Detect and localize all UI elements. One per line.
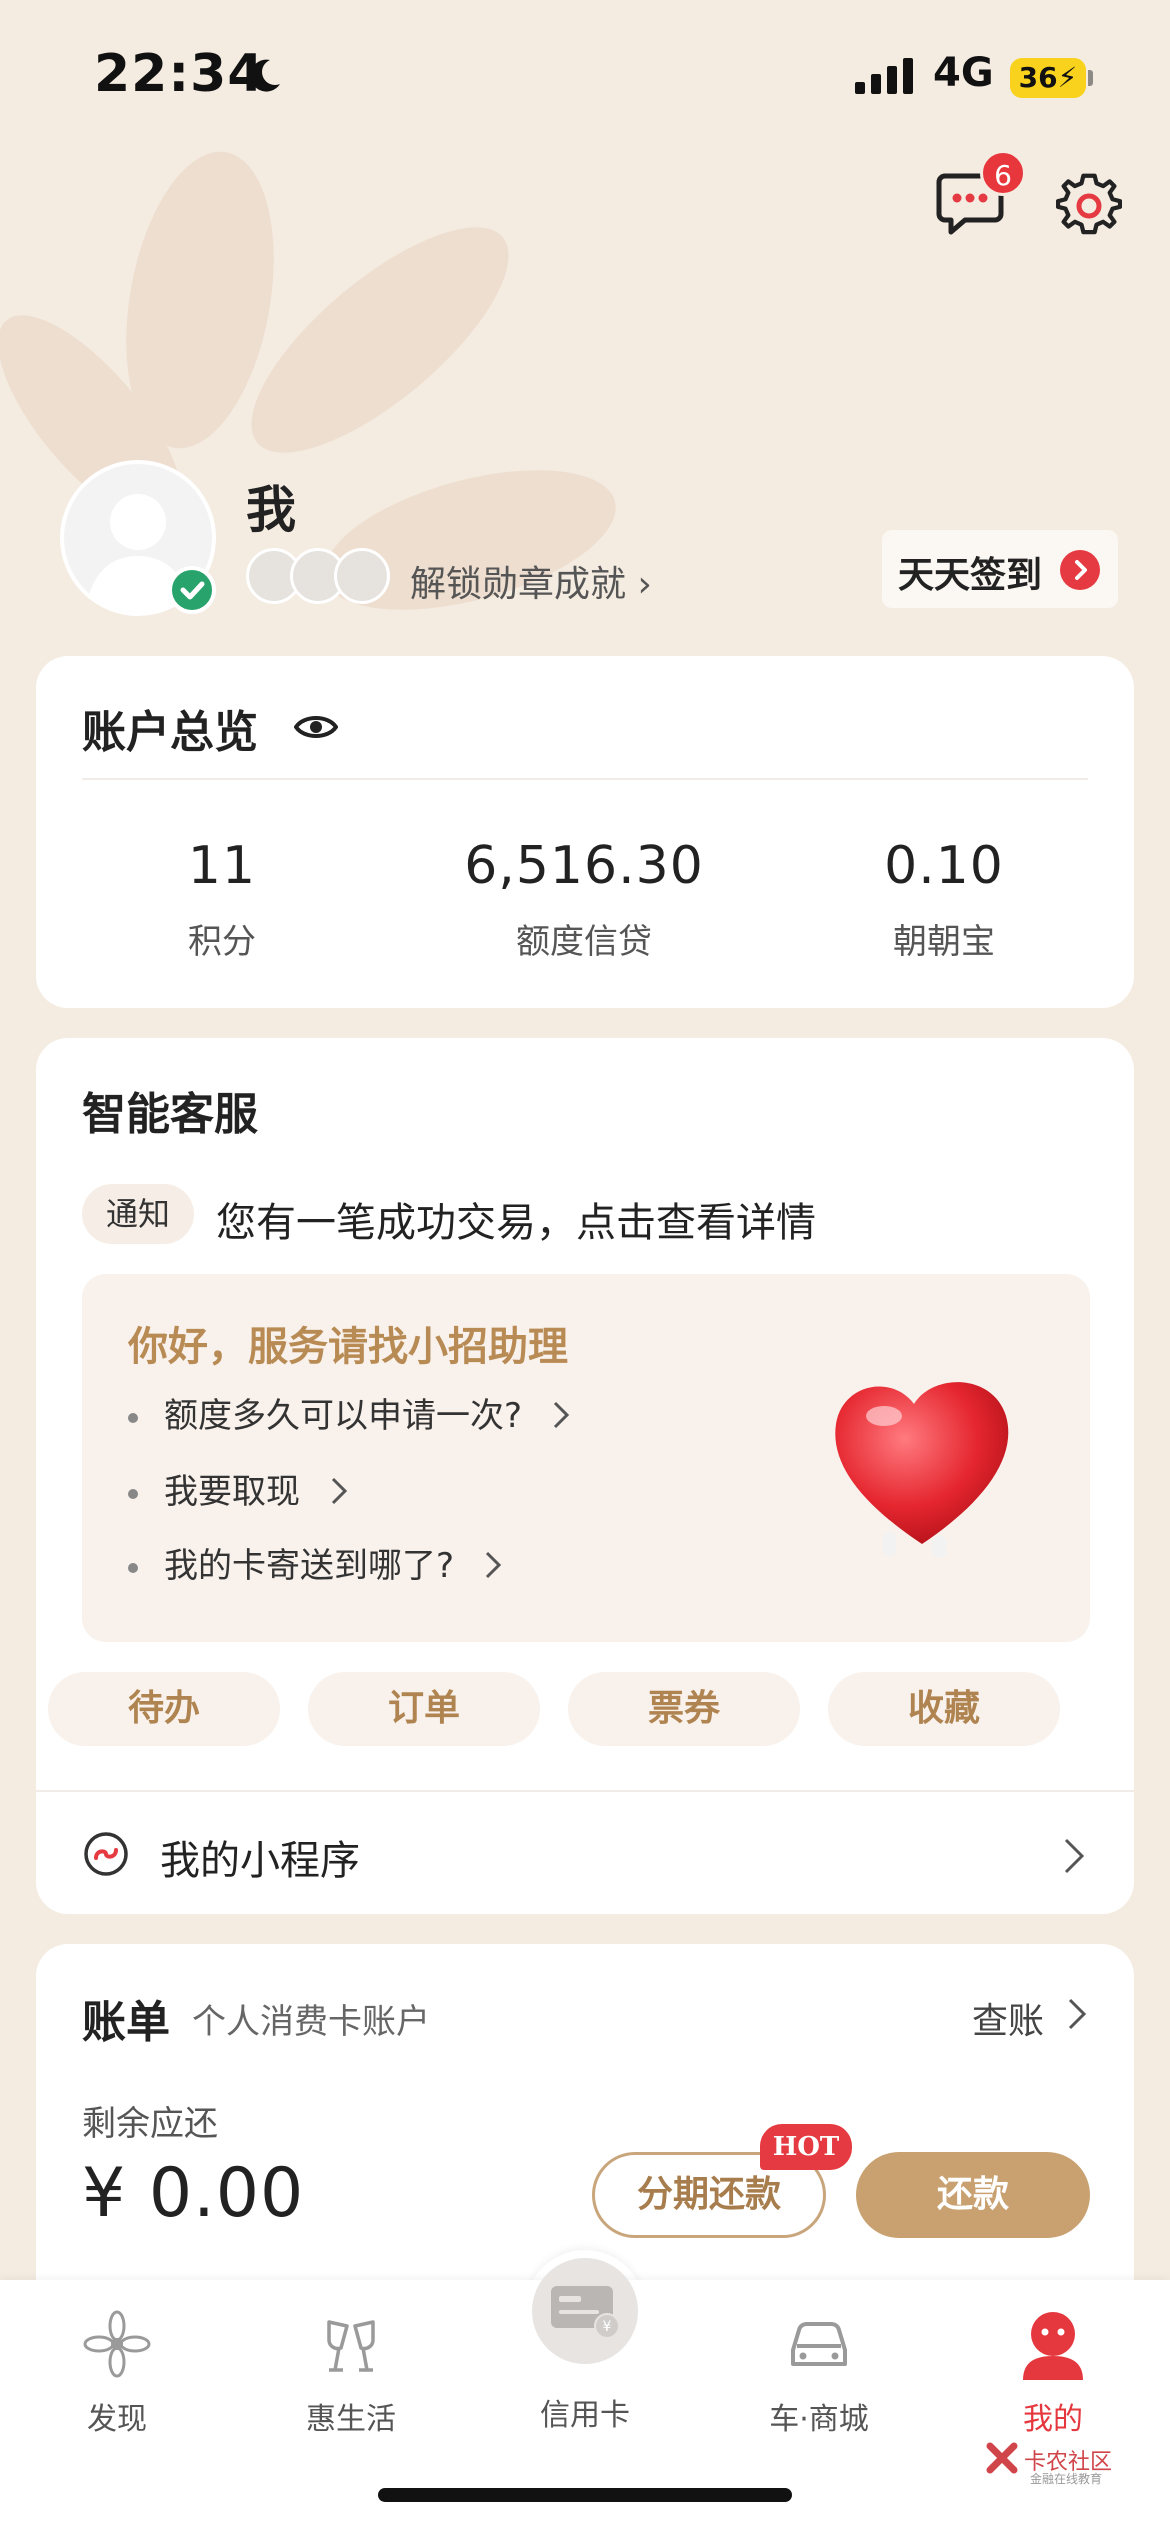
mini-program-icon	[84, 1832, 128, 1876]
check-bill-link[interactable]: 查账	[972, 1992, 1044, 2044]
battery-indicator: 36⚡	[1010, 58, 1086, 98]
user-face-icon	[1023, 2312, 1083, 2380]
stat-zhaozhaobao[interactable]: 0.10 朝朝宝	[794, 836, 1094, 963]
signal-icon	[855, 58, 913, 94]
verified-check-icon	[168, 566, 216, 614]
svg-text:¥: ¥	[603, 2319, 612, 2335]
flower-icon	[83, 2310, 151, 2378]
overview-title: 账户总览	[82, 707, 258, 758]
credit-card-tab-button[interactable]: ¥	[532, 2258, 638, 2364]
stat-value: 0.10	[884, 836, 1004, 896]
pill-tickets[interactable]: 票券	[568, 1672, 800, 1746]
chevron-right-icon	[485, 1551, 501, 1579]
chevron-right-icon[interactable]	[1066, 1996, 1088, 2032]
hot-badge: HOT	[760, 2124, 852, 2170]
username: 我	[246, 480, 296, 539]
stat-value: 6,516.30	[464, 836, 704, 896]
status-time: 22:34	[94, 44, 265, 104]
assistant-title: 你好，服务请找小招助理	[128, 1323, 568, 1370]
assistant-panel: 你好，服务请找小招助理 额度多久可以申请一次? 我要取现 我的卡寄送到哪了?	[82, 1274, 1090, 1642]
repay-button[interactable]: 还款	[856, 2152, 1090, 2238]
gear-icon[interactable]	[1056, 172, 1122, 238]
divider	[36, 1790, 1134, 1792]
faq-item[interactable]: 我的卡寄送到哪了?	[128, 1538, 501, 1587]
network-type: 4G	[933, 50, 994, 96]
achievement-link[interactable]: 解锁勋章成就 ›	[410, 555, 652, 607]
tab-car-mall[interactable]: 车·商城	[702, 2308, 936, 2438]
chevron-right-icon	[331, 1477, 347, 1505]
stat-label: 积分	[188, 922, 256, 962]
battery-nub	[1088, 70, 1093, 86]
medal-icon	[334, 548, 390, 604]
checkin-label: 天天签到	[898, 555, 1043, 596]
tab-discover[interactable]: 发现	[0, 2308, 234, 2438]
chevron-right-icon	[1060, 550, 1100, 590]
stat-points[interactable]: 11 积分	[72, 836, 372, 963]
heart-mascot-icon[interactable]	[822, 1354, 1022, 1564]
account-overview-card: 账户总览 11 积分 6,516.30 额度信贷 0.10 朝朝宝	[36, 656, 1134, 1008]
credit-card-icon: ¥	[551, 2286, 620, 2339]
tab-label: 车·商城	[769, 2402, 869, 2437]
moon-icon	[250, 59, 280, 92]
tab-label: 信用卡	[540, 2398, 630, 2433]
bill-title: 账单	[82, 1997, 170, 2048]
bill-subtitle: 个人消费卡账户	[192, 2002, 430, 2042]
medal-badges[interactable]	[246, 548, 396, 608]
pill-todo[interactable]: 待办	[48, 1672, 280, 1746]
faq-item[interactable]: 额度多久可以申请一次?	[128, 1388, 569, 1437]
home-indicator[interactable]	[378, 2488, 792, 2502]
chevron-right-icon[interactable]	[1062, 1836, 1086, 1876]
car-icon	[791, 2322, 847, 2366]
notice-tag: 通知	[82, 1184, 195, 1244]
watermark-subtext: 金融在线教育	[1030, 2472, 1103, 2486]
message-badge: 6	[980, 150, 1026, 196]
pill-orders[interactable]: 订单	[308, 1672, 540, 1746]
eye-icon[interactable]	[294, 712, 338, 742]
tab-label: 发现	[87, 2402, 147, 2437]
stat-label: 额度信贷	[516, 922, 652, 962]
battery-level: 36	[1018, 61, 1058, 94]
due-label: 剩余应还	[82, 2104, 218, 2144]
due-amount: ¥ 0.00	[82, 2154, 305, 2233]
service-title: 智能客服	[82, 1089, 258, 1140]
tab-mine[interactable]: 我的	[936, 2308, 1170, 2438]
cheers-glasses-icon	[327, 2320, 375, 2372]
stat-credit[interactable]: 6,516.30 额度信贷	[434, 836, 734, 963]
notice-text[interactable]: 您有一笔成功交易，点击查看详情	[216, 1190, 816, 1248]
stat-value: 11	[187, 836, 257, 896]
tab-label: 我的	[1023, 2402, 1083, 2437]
checkin-button[interactable]: 天天签到	[882, 530, 1118, 608]
chevron-right-icon	[553, 1401, 569, 1429]
pill-favorites[interactable]: 收藏	[828, 1672, 1060, 1746]
faq-item[interactable]: 我要取现	[128, 1464, 347, 1513]
watermark-logo-icon	[986, 2442, 1018, 2474]
stat-label: 朝朝宝	[893, 922, 995, 962]
tab-life[interactable]: 惠生活	[234, 2308, 468, 2438]
status-bar: 22:34 4G 36⚡	[0, 0, 1170, 150]
smart-service-card: 智能客服 通知 您有一笔成功交易，点击查看详情 你好，服务请找小招助理 额度多久…	[36, 1038, 1134, 1914]
tab-label: 惠生活	[306, 2402, 396, 2437]
divider	[82, 778, 1088, 780]
mini-program-link[interactable]: 我的小程序	[160, 1828, 360, 1886]
